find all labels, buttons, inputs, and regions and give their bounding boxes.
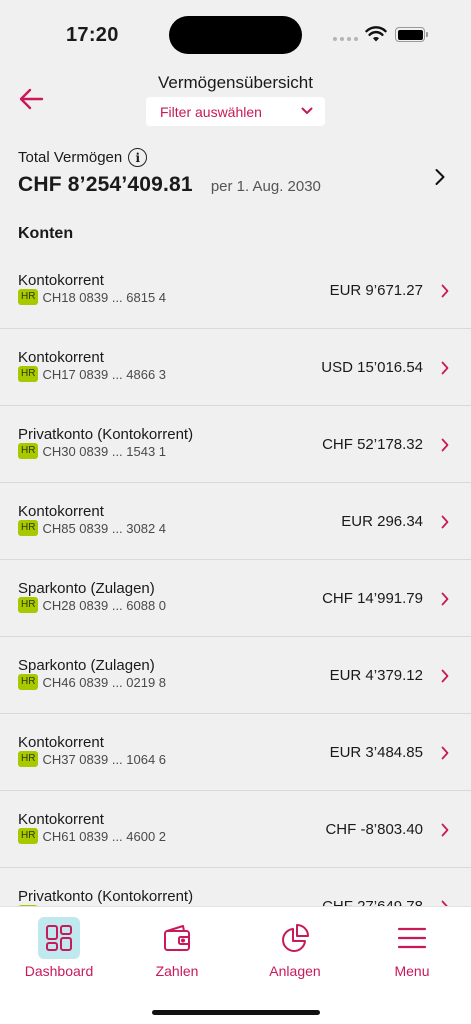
total-label: Total Vermögen — [18, 149, 123, 166]
account-name: Sparkonto (Zulagen) — [18, 580, 155, 597]
nav-zahlen[interactable]: Zahlen — [118, 917, 236, 979]
status-bar: 17:20 — [0, 0, 471, 60]
account-name: Privatkonto (Kontokorrent) — [18, 426, 194, 443]
account-sub: HR CH46 0839 ... 0219 8 — [18, 674, 166, 690]
hr-badge: HR — [18, 751, 39, 767]
account-sub: HR CH18 0839 ... 6815 4 — [18, 289, 166, 305]
account-amount: USD 15’016.54 — [321, 359, 423, 376]
account-sub: HR CH37 0839 ... 1064 6 — [18, 751, 166, 767]
filter-dropdown[interactable]: Filter auswählen — [146, 97, 325, 126]
account-name: Kontokorrent — [18, 272, 104, 289]
account-iban: CH85 0839 ... 3082 4 — [42, 520, 167, 536]
chevron-right-icon — [441, 592, 449, 606]
account-amount: EUR 4’379.12 — [329, 667, 423, 684]
account-name: Kontokorrent — [18, 503, 104, 520]
account-name: Kontokorrent — [18, 349, 104, 366]
home-indicator — [152, 1010, 320, 1015]
hr-badge: HR — [18, 520, 39, 536]
chevron-right-icon — [441, 361, 449, 375]
pie-chart-icon — [274, 917, 316, 959]
page-title: Vermögensübersicht — [158, 73, 313, 92]
account-row[interactable]: Kontokorrent HR CH17 0839 ... 4866 3 USD … — [0, 329, 471, 406]
dashboard-icon — [38, 917, 80, 959]
wallet-icon — [156, 917, 198, 959]
account-sub: HR CH28 0839 ... 6088 0 — [18, 597, 166, 613]
account-amount: CHF 14’991.79 — [322, 590, 423, 607]
chevron-right-icon — [441, 746, 449, 760]
menu-icon — [391, 917, 433, 959]
nav-label: Menu — [394, 963, 430, 979]
account-sub: HR CH85 0839 ... 3082 4 — [18, 520, 166, 536]
total-value-row: CHF 8’254’409.81 per 1. Aug. 2030 — [18, 173, 458, 197]
account-amount: EUR 9’671.27 — [329, 282, 423, 299]
nav-dashboard[interactable]: Dashboard — [0, 917, 118, 979]
account-row[interactable]: Kontokorrent HR CH37 0839 ... 1064 6 EUR … — [0, 714, 471, 791]
hr-badge: HR — [18, 828, 39, 844]
account-row[interactable]: Privatkonto (Kontokorrent) HR CH30 0839 .… — [0, 406, 471, 483]
chevron-right-icon — [441, 515, 449, 529]
hr-badge: HR — [18, 366, 39, 382]
total-assets-card[interactable]: Total Vermögen i CHF 8’254’409.81 per 1.… — [18, 148, 458, 204]
nav-menu[interactable]: Menu — [353, 917, 471, 979]
account-amount: EUR 296.34 — [341, 513, 423, 530]
chevron-right-icon — [441, 284, 449, 298]
account-sub: HR CH30 0839 ... 1543 1 — [18, 443, 166, 459]
hr-badge: HR — [18, 443, 39, 459]
nav-label: Dashboard — [24, 963, 94, 979]
account-name: Privatkonto (Kontokorrent) — [18, 888, 194, 905]
account-name: Kontokorrent — [18, 811, 104, 828]
account-row[interactable]: Kontokorrent HR CH18 0839 ... 6815 4 EUR … — [0, 252, 471, 329]
info-icon[interactable]: i — [128, 148, 148, 167]
account-iban: CH61 0839 ... 4600 2 — [42, 828, 167, 844]
bottom-nav: Dashboard Zahlen Anlagen Menu — [0, 906, 471, 1024]
chevron-right-icon — [441, 823, 449, 837]
battery-icon — [395, 27, 428, 42]
section-title-accounts: Konten — [18, 225, 74, 242]
account-amount: CHF -8’803.40 — [325, 821, 423, 838]
account-list: Kontokorrent HR CH18 0839 ... 6815 4 EUR … — [0, 252, 471, 945]
account-row[interactable]: Sparkonto (Zulagen) HR CH28 0839 ... 6088… — [0, 560, 471, 637]
account-sub: HR CH17 0839 ... 4866 3 — [18, 366, 166, 382]
account-iban: CH30 0839 ... 1543 1 — [42, 443, 167, 459]
account-iban: CH17 0839 ... 4866 3 — [42, 366, 167, 382]
account-iban: CH18 0839 ... 6815 4 — [42, 289, 167, 305]
hr-badge: HR — [18, 674, 39, 690]
signal-icon — [333, 37, 358, 41]
total-label-row: Total Vermögen i — [18, 148, 458, 167]
hr-badge: HR — [18, 597, 39, 613]
account-iban: CH46 0839 ... 0219 8 — [42, 674, 167, 690]
nav-label: Anlagen — [269, 963, 321, 979]
account-iban: CH28 0839 ... 6088 0 — [42, 597, 167, 613]
nav-anlagen[interactable]: Anlagen — [236, 917, 354, 979]
dynamic-island — [169, 16, 302, 54]
account-name: Kontokorrent — [18, 734, 104, 751]
filter-label: Filter auswählen — [160, 103, 262, 120]
account-name: Sparkonto (Zulagen) — [18, 657, 155, 674]
chevron-right-icon — [435, 169, 445, 185]
wifi-icon — [365, 26, 387, 42]
status-time: 17:20 — [66, 24, 119, 46]
hr-badge: HR — [18, 289, 39, 305]
chevron-right-icon — [441, 669, 449, 683]
account-iban: CH37 0839 ... 1064 6 — [42, 751, 167, 767]
chevron-down-icon — [301, 107, 313, 114]
nav-label: Zahlen — [155, 963, 199, 979]
account-sub: HR CH61 0839 ... 4600 2 — [18, 828, 166, 844]
account-row[interactable]: Kontokorrent HR CH61 0839 ... 4600 2 CHF … — [0, 791, 471, 868]
chevron-right-icon — [441, 438, 449, 452]
account-amount: EUR 3’484.85 — [329, 744, 423, 761]
account-row[interactable]: Kontokorrent HR CH85 0839 ... 3082 4 EUR … — [0, 483, 471, 560]
total-amount: CHF 8’254’409.81 — [18, 173, 193, 196]
account-amount: CHF 52’178.32 — [322, 436, 423, 453]
account-row[interactable]: Sparkonto (Zulagen) HR CH46 0839 ... 0219… — [0, 637, 471, 714]
total-date: per 1. Aug. 2030 — [210, 178, 321, 195]
